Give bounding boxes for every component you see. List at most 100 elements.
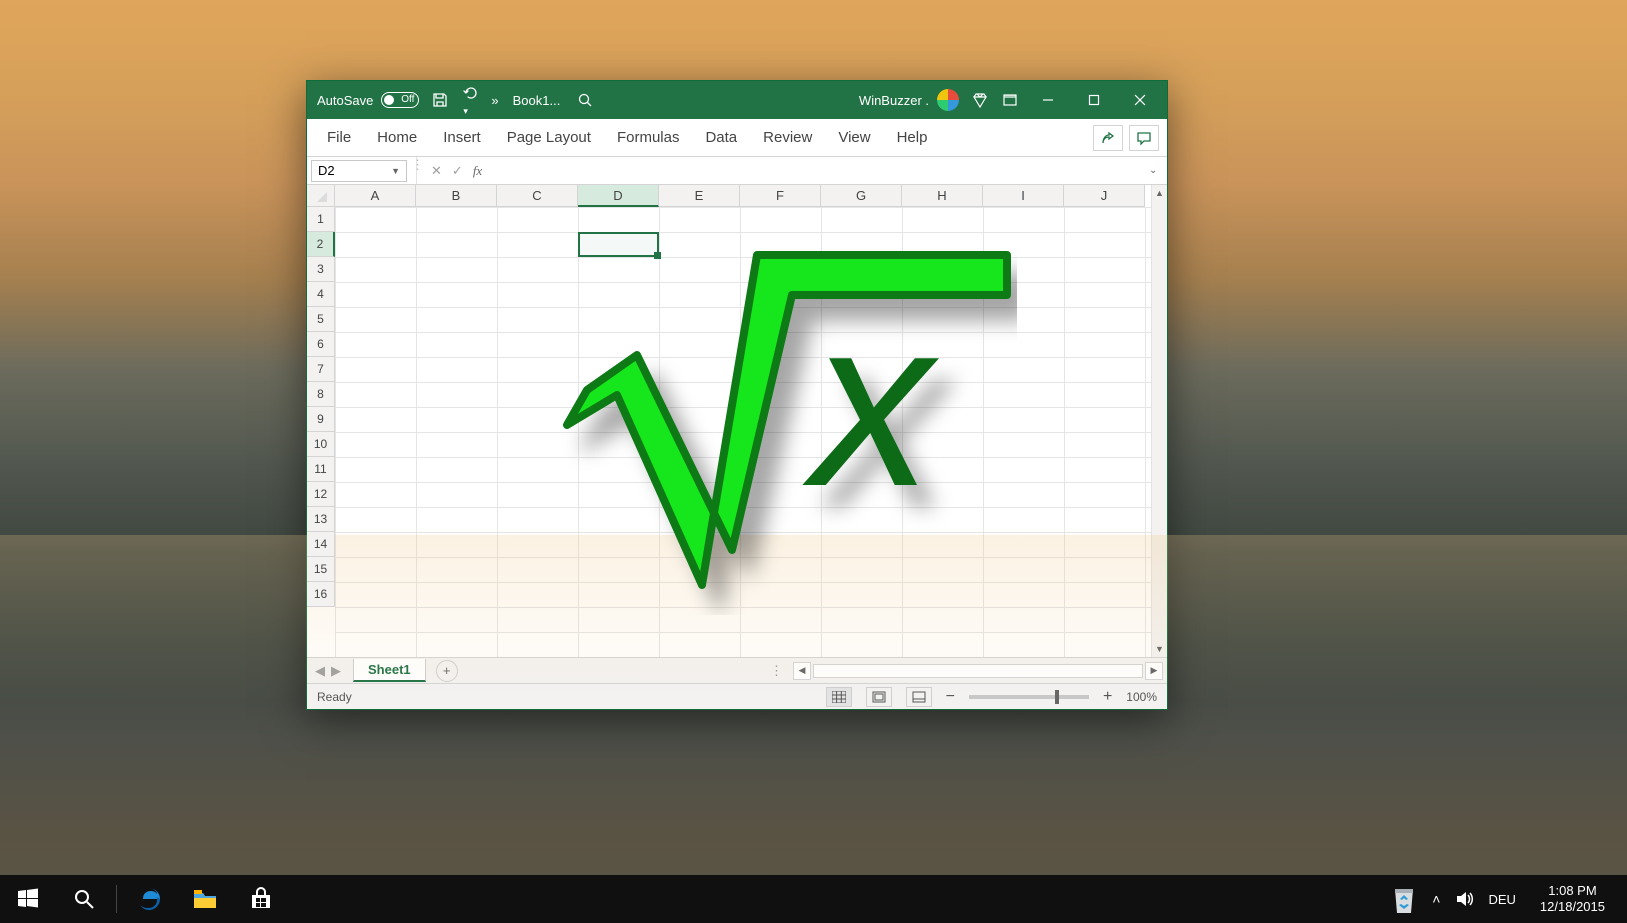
taskbar-store[interactable] bbox=[233, 875, 289, 923]
tab-page-layout[interactable]: Page Layout bbox=[495, 123, 603, 152]
fx-icon[interactable]: fx bbox=[473, 163, 482, 179]
maximize-button[interactable] bbox=[1071, 81, 1117, 119]
zoom-in-button[interactable]: + bbox=[1103, 688, 1112, 706]
status-text: Ready bbox=[317, 690, 352, 704]
name-box[interactable]: D2 ▼ bbox=[311, 160, 407, 182]
tab-insert[interactable]: Insert bbox=[431, 123, 493, 152]
row-header[interactable]: 11 bbox=[307, 457, 335, 482]
undo-button[interactable]: ▾ bbox=[455, 80, 485, 121]
taskbar-search[interactable] bbox=[56, 875, 112, 923]
autosave-toggle[interactable]: AutoSave Off bbox=[311, 92, 425, 108]
taskbar-explorer[interactable] bbox=[177, 875, 233, 923]
diamond-icon bbox=[971, 91, 989, 109]
comments-button[interactable] bbox=[1129, 125, 1159, 151]
taskbar-clock[interactable]: 1:08 PM 12/18/2015 bbox=[1530, 883, 1615, 914]
active-cell[interactable] bbox=[578, 232, 659, 257]
row-header[interactable]: 15 bbox=[307, 557, 335, 582]
row-header[interactable]: 3 bbox=[307, 257, 335, 282]
share-icon bbox=[1100, 130, 1116, 146]
select-all-corner[interactable] bbox=[307, 185, 335, 207]
tab-view[interactable]: View bbox=[826, 123, 882, 152]
maximize-icon bbox=[1088, 94, 1100, 106]
zoom-level[interactable]: 100% bbox=[1126, 690, 1157, 704]
view-page-layout-button[interactable] bbox=[866, 687, 892, 707]
horizontal-scrollbar[interactable]: ◀ ▶ bbox=[793, 662, 1167, 680]
add-sheet-button[interactable]: + bbox=[436, 660, 458, 682]
scroll-right-icon[interactable]: ▶ bbox=[1145, 662, 1163, 680]
titlebar: AutoSave Off ▾ » Book1... bbox=[307, 81, 1167, 119]
start-button[interactable] bbox=[0, 875, 56, 923]
scroll-left-icon[interactable]: ◀ bbox=[793, 662, 811, 680]
tray-overflow[interactable]: ˄ bbox=[1432, 891, 1440, 907]
row-header[interactable]: 9 bbox=[307, 407, 335, 432]
row-header[interactable]: 2 bbox=[307, 232, 335, 257]
col-header[interactable]: I bbox=[983, 185, 1064, 207]
row-header[interactable]: 16 bbox=[307, 582, 335, 607]
account-area[interactable]: WinBuzzer . bbox=[853, 89, 965, 111]
language-indicator[interactable]: DEU bbox=[1488, 892, 1515, 907]
col-header[interactable]: E bbox=[659, 185, 740, 207]
volume-icon[interactable] bbox=[1454, 889, 1474, 909]
col-header[interactable]: F bbox=[740, 185, 821, 207]
tab-file[interactable]: File bbox=[315, 123, 363, 152]
cells-area[interactable] bbox=[335, 207, 1151, 657]
row-header[interactable]: 8 bbox=[307, 382, 335, 407]
page-break-icon bbox=[912, 691, 926, 703]
enter-formula-icon[interactable]: ✓ bbox=[452, 163, 463, 179]
qat-overflow[interactable]: » bbox=[485, 89, 502, 112]
row-header[interactable]: 10 bbox=[307, 432, 335, 457]
col-header[interactable]: G bbox=[821, 185, 902, 207]
minimize-button[interactable] bbox=[1025, 81, 1071, 119]
row-header[interactable]: 1 bbox=[307, 207, 335, 232]
grid-icon bbox=[832, 691, 846, 703]
tab-formulas[interactable]: Formulas bbox=[605, 123, 692, 152]
col-header[interactable]: J bbox=[1064, 185, 1145, 207]
row-header[interactable]: 13 bbox=[307, 507, 335, 532]
sheet-drag-handle[interactable]: ⋮ bbox=[762, 663, 793, 679]
sheet-tab-active[interactable]: Sheet1 bbox=[353, 659, 426, 682]
row-header[interactable]: 5 bbox=[307, 307, 335, 332]
sheet-nav[interactable]: ◀▶ bbox=[307, 663, 349, 679]
save-button[interactable] bbox=[425, 87, 455, 113]
formula-input[interactable] bbox=[492, 160, 1149, 182]
tab-data[interactable]: Data bbox=[693, 123, 749, 152]
col-header[interactable]: A bbox=[335, 185, 416, 207]
view-page-break-button[interactable] bbox=[906, 687, 932, 707]
diamond-button[interactable] bbox=[965, 87, 995, 113]
row-header[interactable]: 4 bbox=[307, 282, 335, 307]
name-box-value: D2 bbox=[318, 163, 335, 178]
row-header[interactable]: 7 bbox=[307, 357, 335, 382]
taskbar-edge[interactable] bbox=[121, 875, 177, 923]
hscroll-track[interactable] bbox=[813, 664, 1143, 678]
edge-icon bbox=[135, 885, 163, 913]
row-header[interactable]: 6 bbox=[307, 332, 335, 357]
chevron-right-icon: » bbox=[491, 93, 496, 108]
scroll-down-icon[interactable]: ▼ bbox=[1152, 641, 1167, 657]
column-headers: A B C D E F G H I J bbox=[335, 185, 1151, 207]
search-button[interactable] bbox=[570, 87, 600, 113]
spreadsheet-grid[interactable]: A B C D E F G H I J 1 2 3 4 5 6 7 8 9 bbox=[307, 185, 1167, 657]
row-header[interactable]: 14 bbox=[307, 532, 335, 557]
col-header[interactable]: C bbox=[497, 185, 578, 207]
tab-review[interactable]: Review bbox=[751, 123, 824, 152]
col-header[interactable]: H bbox=[902, 185, 983, 207]
autosave-pill[interactable]: Off bbox=[381, 92, 419, 108]
vertical-scrollbar[interactable]: ▲ ▼ bbox=[1151, 185, 1167, 657]
view-normal-button[interactable] bbox=[826, 687, 852, 707]
row-header[interactable]: 12 bbox=[307, 482, 335, 507]
zoom-slider[interactable] bbox=[969, 695, 1089, 699]
ribbon-display-options[interactable] bbox=[995, 87, 1025, 113]
share-button[interactable] bbox=[1093, 125, 1123, 151]
zoom-out-button[interactable]: − bbox=[946, 688, 955, 706]
close-button[interactable] bbox=[1117, 81, 1163, 119]
expand-formula-bar[interactable]: ⌄ bbox=[1149, 165, 1167, 176]
tab-home[interactable]: Home bbox=[365, 123, 429, 152]
search-icon bbox=[73, 888, 95, 910]
cancel-formula-icon[interactable]: ✕ bbox=[431, 163, 442, 179]
tab-help[interactable]: Help bbox=[885, 123, 940, 152]
col-header[interactable]: B bbox=[416, 185, 497, 207]
store-icon bbox=[248, 886, 274, 912]
scroll-up-icon[interactable]: ▲ bbox=[1152, 185, 1167, 201]
col-header[interactable]: D bbox=[578, 185, 659, 207]
recycle-bin-icon[interactable] bbox=[1390, 883, 1418, 915]
